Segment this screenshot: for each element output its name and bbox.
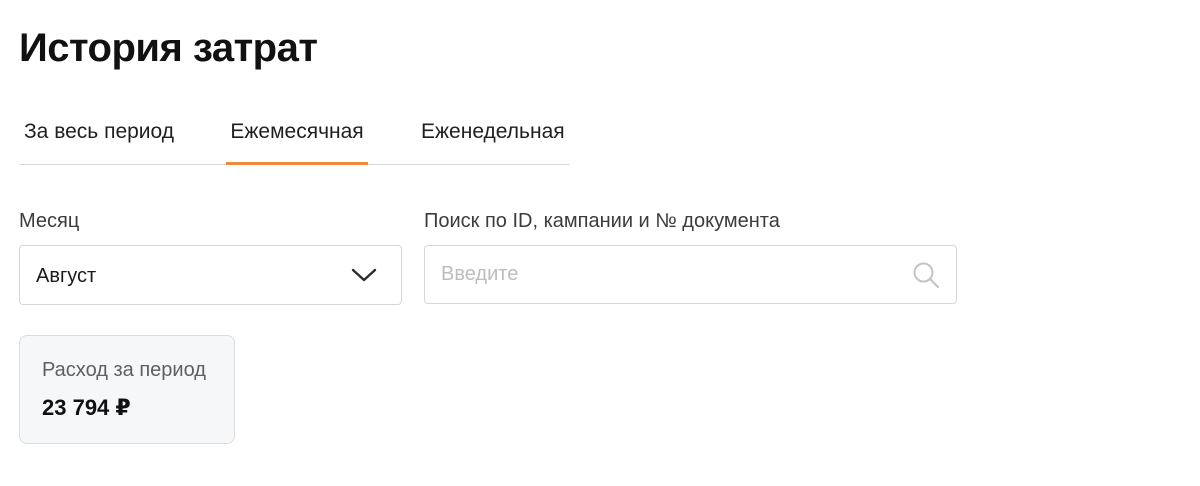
page-title: История затрат (19, 26, 318, 70)
period-tabs: За весь период Ежемесячная Еженедельная (19, 106, 570, 165)
period-expense-value: 23 794 ₽ (42, 395, 131, 420)
tab-weekly[interactable]: Еженедельная (421, 106, 565, 164)
search-label: Поиск по ID, кампании и № документа (424, 210, 780, 232)
tab-monthly[interactable]: Ежемесячная (226, 106, 368, 165)
chevron-down-icon (351, 268, 377, 282)
month-label: Месяц (19, 210, 80, 232)
search-field (424, 245, 957, 304)
period-expense-label: Расход за период (42, 359, 206, 381)
month-select[interactable]: Август (19, 245, 402, 305)
search-icon[interactable] (912, 261, 940, 289)
period-expense-card: Расход за период 23 794 ₽ (19, 335, 235, 444)
search-input[interactable] (425, 246, 895, 303)
tab-all-period[interactable]: За весь период (24, 106, 174, 164)
month-select-value: Август (36, 265, 97, 287)
